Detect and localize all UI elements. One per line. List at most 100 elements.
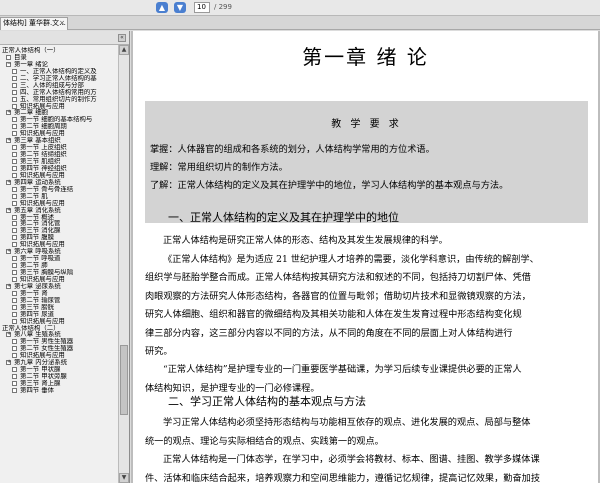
bookmark-item[interactable]: 二、学习正常人体结构的基	[0, 75, 118, 82]
bookmark-item[interactable]: 第三节 肾上腺	[0, 380, 118, 387]
bookmark-page-icon	[12, 75, 17, 81]
bookmark-label: 第三节 消化腺	[20, 227, 61, 235]
bookmark-item[interactable]: 第二节 肺	[0, 262, 118, 269]
bookmark-item[interactable]: + 第九章 内分泌系统	[0, 359, 118, 366]
bookmark-item[interactable]: 第二节 女性生殖器	[0, 345, 118, 352]
bookmark-item[interactable]: 第三节 胸膜与纵隔	[0, 269, 118, 276]
bookmark-item[interactable]: 第三节 消化腺	[0, 227, 118, 234]
sidebar-scrollbar[interactable]: ▲ ▼	[118, 45, 129, 483]
bookmark-item[interactable]: + 第六章 呼吸系统	[0, 248, 118, 255]
bookmark-item[interactable]: + 第二章 细胞	[0, 109, 118, 116]
expand-toggle-icon[interactable]: +	[6, 138, 11, 144]
bookmark-label: 第四节 腹膜	[20, 234, 54, 242]
close-icon[interactable]: ×	[59, 18, 65, 29]
requirement-line: 掌握：人体器官的组成和各系统的划分，人体结构学常用的方位术语。	[150, 144, 435, 155]
bookmark-item[interactable]: + 第八章 生殖系统	[0, 331, 118, 338]
bookmark-item[interactable]: 第四节 垂体	[0, 387, 118, 394]
scroll-down-icon[interactable]: ▼	[119, 473, 129, 483]
bookmark-item[interactable]: 一、正常人体结构的定义及	[0, 68, 118, 75]
expand-toggle-icon[interactable]: +	[6, 110, 11, 116]
bookmark-label: 知识拓展与应用	[20, 352, 65, 360]
scroll-up-icon[interactable]: ▲	[119, 45, 129, 55]
bookmark-item[interactable]: 第四节 尿道	[0, 311, 118, 318]
bookmark-item[interactable]: 知识拓展与应用	[0, 200, 118, 207]
bookmark-label: 目录	[14, 53, 27, 61]
bookmark-label: 知识拓展与应用	[20, 241, 65, 249]
bookmark-page-icon	[12, 214, 17, 220]
bookmark-label: 第四节 尿道	[20, 310, 54, 318]
expand-toggle-icon[interactable]: +	[6, 332, 11, 338]
bookmark-item[interactable]: 第二节 结缔组织	[0, 151, 118, 158]
expand-toggle-icon[interactable]: −	[6, 61, 11, 67]
bookmark-item[interactable]: − 第一章 绪论	[0, 61, 118, 68]
bookmark-item[interactable]: 第三节 膀胱	[0, 304, 118, 311]
bookmark-label: 第二节 甲状旁腺	[20, 373, 67, 380]
bookmark-label: 第二节 输尿管	[20, 296, 61, 304]
bookmark-item[interactable]: + 第四章 运动系统	[0, 179, 118, 186]
bookmark-item[interactable]: 知识拓展与应用	[0, 276, 118, 283]
expand-toggle-icon[interactable]: +	[6, 360, 11, 366]
bookmark-item[interactable]: 四、正常人体结构常用的方	[0, 89, 118, 96]
bookmark-item[interactable]: 知识拓展与应用	[0, 318, 118, 325]
bookmark-item[interactable]: + 第五章 消化系统	[0, 207, 118, 214]
bookmark-item[interactable]: 正常人体结构（二）	[0, 325, 118, 332]
bookmark-item[interactable]: 知识拓展与应用	[0, 130, 118, 137]
bookmark-item[interactable]: 第一节 细胞的基本结构与	[0, 116, 118, 123]
bookmark-item[interactable]: + 第七章 泌尿系统	[0, 283, 118, 290]
bookmark-label: 第七章 泌尿系统	[14, 282, 61, 290]
bookmark-page-icon	[12, 200, 17, 206]
bookmark-label: 第三章 基本组织	[14, 137, 61, 145]
page-number-input[interactable]: 10	[194, 2, 210, 13]
bookmark-page-icon	[12, 96, 17, 102]
bookmark-item[interactable]: 知识拓展与应用	[0, 241, 118, 248]
bookmark-page-icon	[12, 353, 17, 359]
collapse-panel-button[interactable]: «	[118, 34, 126, 42]
text-line: 学习正常人体结构必须坚持形态结构与功能相互依存的观点、进化发展的观点、局部与整体	[163, 417, 531, 428]
expand-toggle-icon[interactable]: +	[6, 207, 11, 213]
scroll-thumb[interactable]	[120, 345, 128, 415]
bookmark-label: 第八章 生殖系统	[14, 331, 61, 339]
bookmark-item[interactable]: 知识拓展与应用	[0, 103, 118, 110]
bookmark-label: 第五章 消化系统	[14, 206, 61, 214]
bookmark-item[interactable]: 第二节 输尿管	[0, 297, 118, 304]
bookmark-item[interactable]: 知识拓展与应用	[0, 172, 118, 179]
bookmark-label: 第九章 内分泌系统	[14, 359, 68, 367]
bookmark-item[interactable]: 五、常用组织切片的制作方	[0, 96, 118, 103]
bookmark-page-icon	[12, 186, 17, 192]
bookmark-item[interactable]: 第一节 男性生殖器	[0, 338, 118, 345]
expand-toggle-icon[interactable]: +	[6, 283, 11, 289]
bookmark-item[interactable]: 第四节 神经组织	[0, 165, 118, 172]
bookmark-item[interactable]: 第三节 肌组织	[0, 158, 118, 165]
bookmark-item[interactable]: 第二节 细胞周期	[0, 123, 118, 130]
bookmark-label: 第三节 肾上腺	[20, 380, 61, 387]
previous-page-button[interactable]: ▲	[156, 2, 168, 13]
bookmark-page-icon	[12, 381, 17, 386]
text-line: 正常人体结构是一门体态学，在学习中，必须学会将教材、标本、图谱、挂图、教学多媒体…	[163, 454, 540, 465]
bookmark-item[interactable]: 知识拓展与应用	[0, 352, 118, 359]
text-line: 研究人体细胞、组织和器官的微细结构及其相关功能和人体在发生发育过程中形态结构变化…	[145, 309, 522, 320]
expand-toggle-icon[interactable]: +	[6, 249, 11, 255]
bookmark-item[interactable]: 第一节 肾	[0, 290, 118, 297]
bookmarks-panel: « 正常人体结构（一） 目录 − 第一章 绪论 一、正常人体结构的定义及 二、学习正常人体…	[0, 31, 130, 483]
bookmark-item[interactable]: 第四节 腹膜	[0, 234, 118, 241]
viewer-toolbar: ▲ ▼ 10 / 299	[0, 0, 600, 16]
tab-label: 体结构] 董华群.文...	[3, 19, 66, 27]
bookmark-item[interactable]: 第二节 甲状旁腺	[0, 373, 118, 380]
bookmark-item[interactable]: 第一节 概述	[0, 214, 118, 221]
bookmark-item[interactable]: 第一节 甲状腺	[0, 366, 118, 373]
bookmark-page-icon	[12, 103, 17, 109]
bookmark-item[interactable]: 第一节 骨与骨连结	[0, 186, 118, 193]
bookmark-tree: 正常人体结构（一） 目录 − 第一章 绪论 一、正常人体结构的定义及 二、学习正常人体结构…	[0, 45, 118, 483]
bookmark-item[interactable]: 目录	[0, 54, 118, 61]
expand-toggle-icon[interactable]: +	[6, 179, 11, 185]
text-line: 组织学与胚胎学整合而成。正常人体结构按其研究方法和叙述的不同，包括持刀切割尸体、…	[145, 272, 531, 283]
next-page-button[interactable]: ▼	[174, 2, 186, 13]
bookmark-item[interactable]: 第一节 呼吸道	[0, 255, 118, 262]
bookmark-item[interactable]: 第二节 消化管	[0, 220, 118, 227]
document-tab[interactable]: 体结构] 董华群.文... ×	[0, 17, 68, 30]
bookmark-item[interactable]: 第一节 上皮组织	[0, 144, 118, 151]
bookmark-item[interactable]: + 第三章 基本组织	[0, 137, 118, 144]
bookmark-item[interactable]: 正常人体结构（一）	[0, 47, 118, 54]
bookmark-item[interactable]: 第二节 肌	[0, 193, 118, 200]
bookmark-item[interactable]: 三、人体的组成与分部	[0, 82, 118, 89]
